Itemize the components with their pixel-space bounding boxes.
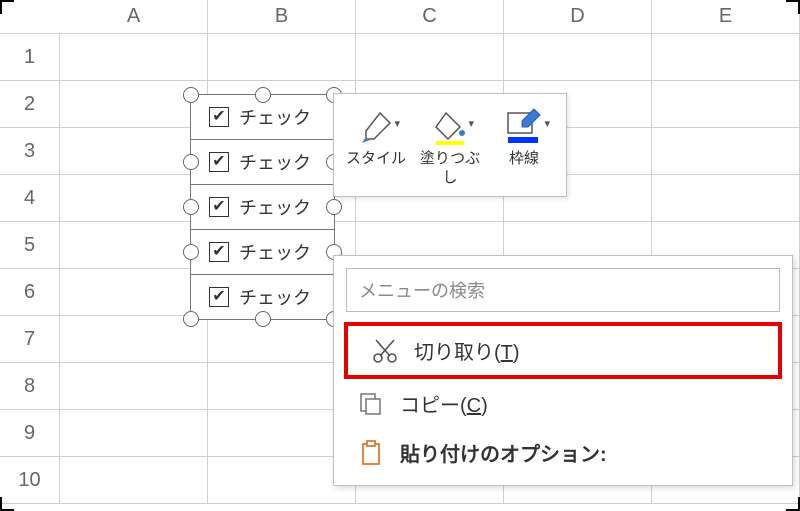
chevron-down-icon: ▾: [468, 118, 474, 132]
resize-handle-icon[interactable]: [255, 311, 271, 327]
checkbox-shapes-selection[interactable]: ✔ チェック ✔ チェック ✔ チェック ✔ チェック ✔ チェック: [190, 95, 335, 320]
copy-label: コピー(C): [400, 389, 488, 418]
row-head[interactable]: 3: [0, 128, 60, 174]
col-head-D[interactable]: D: [504, 0, 652, 33]
column-headers: A B C D E: [0, 0, 800, 34]
row-head[interactable]: 9: [0, 410, 60, 456]
crop-corner-icon: [786, 0, 800, 14]
resize-handle-icon[interactable]: [183, 154, 199, 170]
context-menu: メニューの検索 切り取り(T) コピー(C): [333, 255, 793, 486]
checkbox-icon[interactable]: ✔: [209, 107, 229, 127]
checkbox-icon[interactable]: ✔: [209, 287, 229, 307]
checkbox-icon[interactable]: ✔: [209, 152, 229, 172]
fill-label: 塗りつぶし: [414, 150, 486, 188]
resize-handle-icon[interactable]: [326, 199, 342, 215]
resize-handle-icon[interactable]: [183, 244, 199, 260]
checkbox-label: チェック: [239, 194, 311, 220]
cut-menu-item[interactable]: 切り取り(T): [348, 326, 778, 375]
style-label: スタイル: [346, 150, 406, 169]
crop-corner-icon: [786, 497, 800, 511]
scissors-icon: [370, 338, 400, 364]
checkbox-icon[interactable]: ✔: [209, 242, 229, 262]
form-checkbox[interactable]: ✔ チェック: [190, 274, 335, 320]
form-checkbox[interactable]: ✔ チェック: [190, 229, 335, 275]
chevron-down-icon: ▾: [394, 118, 400, 132]
resize-handle-icon[interactable]: [183, 199, 199, 215]
outline-pen-icon: [504, 107, 544, 147]
outline-label: 枠線: [509, 150, 539, 169]
row-head[interactable]: 4: [0, 175, 60, 221]
row-head[interactable]: 6: [0, 269, 60, 315]
row-head[interactable]: 2: [0, 81, 60, 127]
col-head-C[interactable]: C: [356, 0, 504, 33]
checkbox-label: チェック: [239, 149, 311, 175]
crop-corner-icon: [0, 497, 14, 511]
crop-corner-icon: [0, 0, 14, 14]
outline-button[interactable]: ▾ 枠線: [488, 102, 560, 188]
checkbox-label: チェック: [239, 104, 311, 130]
checkbox-label: チェック: [239, 239, 311, 265]
clipboard-icon: [356, 440, 386, 466]
resize-handle-icon[interactable]: [183, 87, 199, 103]
menu-search-input[interactable]: メニューの検索: [346, 268, 780, 312]
copy-menu-item[interactable]: コピー(C): [334, 379, 792, 428]
paintbrush-icon: [358, 109, 394, 145]
paste-options-label: 貼り付けのオプション:: [400, 438, 607, 467]
row-head[interactable]: 8: [0, 363, 60, 409]
form-checkbox[interactable]: ✔ チェック: [190, 184, 335, 230]
resize-handle-icon[interactable]: [255, 87, 271, 103]
form-checkbox[interactable]: ✔ チェック: [190, 139, 335, 185]
checkbox-label: チェック: [239, 284, 311, 310]
chevron-down-icon: ▾: [544, 118, 550, 132]
checkbox-icon[interactable]: ✔: [209, 197, 229, 217]
paste-options-menu-item[interactable]: 貼り付けのオプション:: [334, 428, 792, 477]
mini-toolbar: ▾ スタイル ▾ 塗りつぶし ▾ 枠線: [333, 93, 567, 197]
paint-bucket-icon: [432, 109, 468, 145]
form-checkbox[interactable]: ✔ チェック: [190, 94, 335, 140]
row-head[interactable]: 7: [0, 316, 60, 362]
style-button[interactable]: ▾ スタイル: [340, 102, 412, 188]
cut-label: 切り取り(T): [414, 336, 520, 365]
col-head-E[interactable]: E: [652, 0, 800, 33]
resize-handle-icon[interactable]: [183, 311, 199, 327]
copy-icon: [356, 391, 386, 417]
col-head-B[interactable]: B: [208, 0, 356, 33]
cut-highlight: 切り取り(T): [344, 322, 782, 379]
col-head-A[interactable]: A: [60, 0, 208, 33]
row-head[interactable]: 1: [0, 34, 60, 80]
row-head[interactable]: 5: [0, 222, 60, 268]
fill-button[interactable]: ▾ 塗りつぶし: [414, 102, 486, 188]
